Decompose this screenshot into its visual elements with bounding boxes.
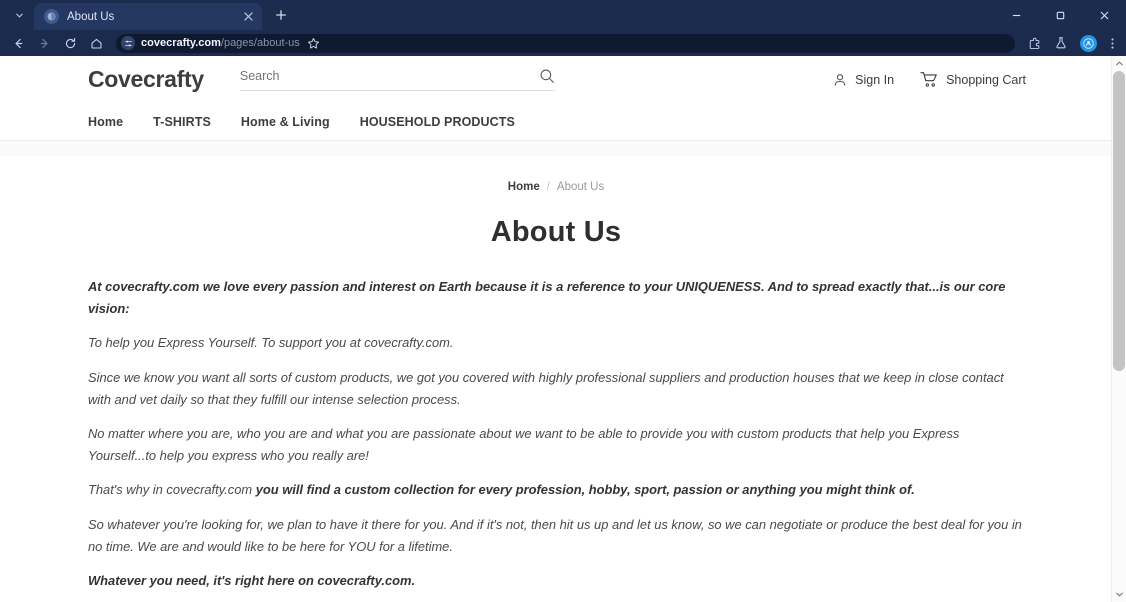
page-scrollbar[interactable] bbox=[1111, 56, 1126, 602]
home-icon bbox=[91, 38, 101, 48]
window-close-button[interactable] bbox=[1082, 0, 1126, 30]
breadcrumb-home-link[interactable]: Home bbox=[508, 181, 540, 193]
scroll-down-arrow-icon bbox=[1116, 592, 1123, 597]
plus-icon bbox=[276, 10, 286, 20]
site-header: Covecrafty Search Sign In Shopping Cart bbox=[0, 56, 1112, 103]
site-favicon bbox=[44, 9, 59, 24]
nav-item-home[interactable]: Home bbox=[88, 115, 123, 129]
browser-tab[interactable]: About Us bbox=[34, 3, 262, 30]
reload-icon bbox=[65, 37, 75, 48]
shopping-cart-label: Shopping Cart bbox=[946, 72, 1026, 87]
scrollbar-thumb[interactable] bbox=[1113, 71, 1125, 371]
sign-in-label: Sign In bbox=[855, 72, 895, 87]
home-button[interactable] bbox=[84, 32, 108, 54]
chevron-down-icon bbox=[15, 13, 23, 18]
address-bar[interactable]: covecrafty.com/pages/about-us bbox=[116, 32, 1015, 54]
paragraph-1-rest: we love every passion and interest on Ea… bbox=[88, 279, 1006, 317]
nav-item-household-products[interactable]: HOUSEHOLD PRODUCTS bbox=[360, 115, 515, 129]
extensions-icon bbox=[1029, 37, 1040, 49]
close-icon bbox=[1100, 11, 1108, 19]
scroll-down-button[interactable] bbox=[1112, 587, 1126, 602]
hero-band bbox=[0, 141, 1112, 156]
paragraph-5: That's why in covecrafty.com you will fi… bbox=[88, 479, 1024, 501]
shopping-cart-icon bbox=[920, 72, 937, 87]
scrollbar-track[interactable] bbox=[1112, 71, 1126, 587]
flask-icon bbox=[1056, 37, 1066, 49]
maximize-icon bbox=[1056, 11, 1064, 19]
page-title: About Us bbox=[490, 216, 622, 248]
profile-avatar[interactable] bbox=[1080, 34, 1097, 52]
browser-menu-button[interactable] bbox=[1104, 32, 1120, 54]
paragraph-3: Since we know you want all sorts of cust… bbox=[88, 369, 1004, 407]
close-icon bbox=[243, 12, 253, 21]
nav-item-home-living[interactable]: Home & Living bbox=[241, 115, 330, 129]
maximize-button[interactable] bbox=[1038, 0, 1082, 30]
search-box[interactable] bbox=[239, 68, 555, 91]
minimize-button[interactable] bbox=[994, 0, 1038, 30]
browser-window: About Us covecrafty.com/pages/about-us C… bbox=[0, 0, 1126, 602]
tab-strip: About Us bbox=[0, 0, 1126, 30]
sign-in-button[interactable]: Sign In bbox=[832, 72, 894, 88]
site-logo[interactable]: Covecrafty bbox=[88, 66, 204, 93]
breadcrumb-current: About Us bbox=[556, 181, 605, 193]
forward-arrow-icon bbox=[40, 38, 48, 48]
scroll-up-arrow-icon bbox=[1116, 61, 1123, 66]
new-tab-button[interactable] bbox=[268, 2, 294, 28]
extensions-button[interactable] bbox=[1023, 32, 1047, 54]
breadcrumb-separator: / bbox=[546, 181, 550, 193]
star-icon bbox=[308, 37, 320, 49]
tab-close-button[interactable] bbox=[240, 9, 256, 25]
paragraph-2: To help you Express Yourself. To support… bbox=[88, 335, 454, 351]
search-icon[interactable] bbox=[539, 68, 555, 84]
url-path: /pages/about-us bbox=[220, 37, 300, 49]
browser-toolbar: covecrafty.com/pages/about-us bbox=[0, 30, 1126, 56]
reload-button[interactable] bbox=[58, 32, 82, 54]
paragraph-5-rest: you will find a custom collection for ev… bbox=[255, 482, 915, 498]
minimize-icon bbox=[1012, 14, 1020, 16]
back-button[interactable] bbox=[6, 32, 30, 54]
window-controls bbox=[994, 0, 1126, 30]
back-arrow-icon bbox=[14, 38, 22, 48]
url-text: covecrafty.com/pages/about-us bbox=[141, 37, 300, 49]
header-actions: Sign In Shopping Cart bbox=[832, 71, 1112, 88]
page-content: Home / About Us About Us At covecrafty.com… bbox=[0, 156, 1112, 602]
profile-avatar-icon bbox=[1083, 37, 1094, 49]
web-page: Covecrafty Search Sign In Shopping Cart … bbox=[0, 56, 1112, 602]
main-navigation: Home T-SHIRTS Home & Living HOUSEHOLD PR… bbox=[0, 103, 1112, 141]
three-dot-menu-icon bbox=[1110, 37, 1114, 49]
nav-item-tshirts[interactable]: T-SHIRTS bbox=[153, 115, 211, 129]
tab-title: About Us bbox=[67, 10, 115, 23]
site-settings-icon[interactable] bbox=[121, 36, 135, 50]
paragraph-1: At covecrafty.com we love every passion … bbox=[88, 276, 1024, 320]
labs-button[interactable] bbox=[1049, 32, 1073, 54]
paragraph-5-lead: That's why in covecrafty.com bbox=[88, 482, 256, 498]
tab-search-button[interactable] bbox=[6, 2, 32, 28]
breadcrumb: Home / About Us bbox=[88, 156, 1024, 193]
paragraph-1-lead: At covecrafty.com bbox=[88, 279, 200, 294]
scroll-up-button[interactable] bbox=[1112, 56, 1126, 71]
paragraph-7: Whatever you need, it's right here on co… bbox=[88, 572, 416, 588]
shopping-cart-button[interactable]: Shopping Cart bbox=[920, 71, 1026, 88]
forward-button[interactable] bbox=[32, 32, 56, 54]
search-input[interactable] bbox=[239, 69, 539, 83]
page-viewport: Covecrafty Search Sign In Shopping Cart … bbox=[0, 56, 1126, 602]
user-icon bbox=[834, 73, 846, 86]
paragraph-6: So whatever you're looking for, we plan … bbox=[88, 516, 1022, 554]
paragraph-4: No matter where you are, who you are and… bbox=[88, 425, 960, 464]
bookmark-button[interactable] bbox=[306, 32, 322, 54]
url-domain: covecrafty.com bbox=[141, 37, 221, 49]
about-body-copy: At covecrafty.com we love every passion … bbox=[88, 276, 1024, 592]
